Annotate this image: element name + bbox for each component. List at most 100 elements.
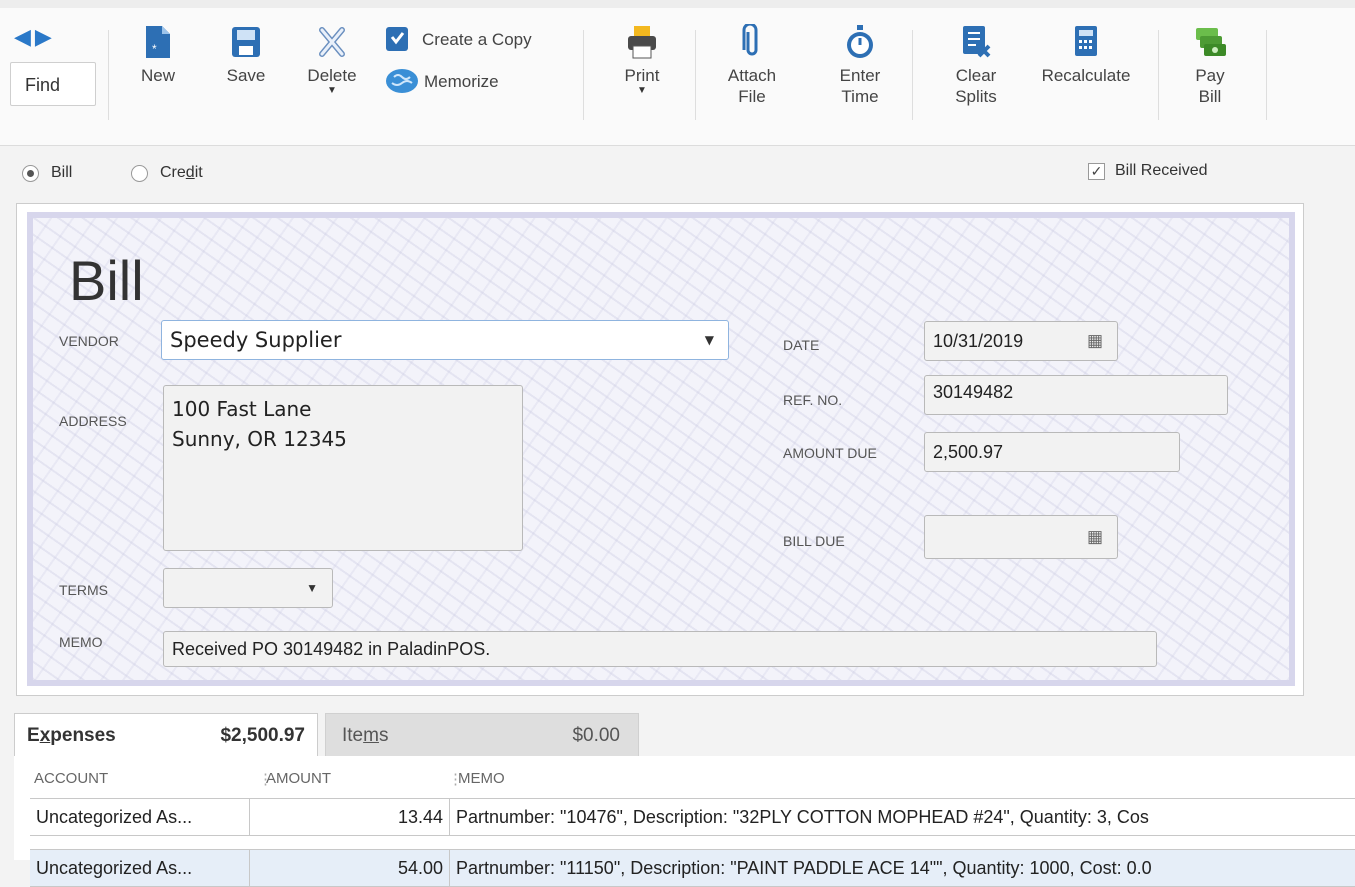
attach-file-label-1: Attach (727, 66, 777, 85)
print-label: Print (624, 66, 660, 85)
memorize-button[interactable]: Memorize (384, 67, 564, 95)
back-arrow-icon[interactable]: ◀ (14, 24, 35, 49)
terms-label: TERMS (59, 582, 108, 598)
tab-expenses[interactable]: Expenses $2,500.97 (14, 713, 318, 757)
toolbar-top-strip (0, 0, 1355, 8)
memorize-brain-icon (386, 69, 418, 93)
credit-label-mnemonic: d (185, 164, 195, 181)
toolbar-separator (695, 30, 696, 120)
address-textarea[interactable]: 100 Fast Lane Sunny, OR 12345 (163, 385, 523, 551)
cell-account[interactable]: Uncategorized As... (30, 850, 250, 886)
ref-no-value: 30149482 (933, 382, 1014, 402)
ref-no-input[interactable]: 30149482 (924, 375, 1228, 415)
date-input[interactable]: 10/31/2019 ▦ (924, 321, 1118, 361)
create-copy-button[interactable]: Create a Copy (384, 25, 564, 53)
enter-time-label-2: Time (841, 87, 879, 106)
bill-radio[interactable]: Bill (22, 164, 72, 182)
toolbar: ◀▶ Find * New Save Delete ▼ Create a Cop… (0, 0, 1355, 146)
copy-document-icon (386, 27, 408, 51)
column-header-amount[interactable]: AMOUNT (266, 770, 331, 787)
bill-due-input[interactable]: ▦ (924, 515, 1118, 559)
cell-amount[interactable]: 54.00 (250, 850, 450, 886)
clear-splits-button[interactable]: Clear Splits (938, 24, 1014, 107)
recalculate-button[interactable]: Recalculate (1026, 24, 1146, 86)
address-line-2: Sunny, OR 12345 (172, 427, 347, 451)
enter-time-button[interactable]: Enter Time (828, 24, 892, 107)
find-button[interactable]: Find (10, 62, 96, 106)
memo-input[interactable]: Received PO 30149482 in PaladinPOS. (163, 631, 1157, 667)
printer-icon (628, 26, 656, 59)
delete-label: Delete (307, 66, 357, 85)
new-button[interactable]: * New (137, 24, 179, 86)
bill-received-checkbox[interactable]: ✓ Bill Received (1088, 162, 1207, 180)
attach-file-button[interactable]: Attach File (716, 24, 788, 107)
calendar-icon[interactable]: ▦ (1087, 527, 1103, 547)
toolbar-separator (1266, 30, 1267, 120)
memorize-label: Memorize (424, 71, 499, 91)
tab-expenses-amount: $2,500.97 (220, 724, 305, 746)
form-title: Bill (69, 249, 144, 312)
transaction-type-row: Bill Credit ✓ Bill Received (0, 146, 1355, 198)
toolbar-separator (912, 30, 913, 120)
calculator-icon (1075, 26, 1097, 56)
save-label: Save (226, 66, 266, 85)
address-label: ADDRESS (59, 413, 127, 429)
checkmark-icon: ✓ (1088, 162, 1105, 180)
save-button[interactable]: Save (222, 24, 270, 86)
recalculate-label: Recalculate (1041, 66, 1131, 85)
new-label: New (140, 66, 175, 85)
credit-label-part: Cre (160, 164, 186, 181)
delete-button[interactable]: Delete ▼ (300, 24, 364, 96)
nav-arrows: ◀▶ (14, 24, 56, 50)
vendor-dropdown[interactable]: Speedy Supplier ▼ (161, 320, 729, 360)
date-value: 10/31/2019 (933, 330, 1024, 351)
print-button[interactable]: Print ▼ (616, 24, 668, 96)
cell-memo[interactable]: Partnumber: "10476", Description: "32PLY… (450, 799, 1355, 835)
clear-splits-icon (963, 26, 991, 58)
column-header-account[interactable]: ACCOUNT (34, 770, 108, 787)
credit-radio-label: Credit (160, 164, 203, 182)
svg-text:*: * (152, 42, 157, 56)
tab-items-label: Items (342, 725, 388, 747)
pay-bill-label-2: Bill (1198, 87, 1222, 106)
calendar-icon[interactable]: ▦ (1087, 331, 1103, 351)
vendor-value: Speedy Supplier (170, 328, 342, 352)
pay-bill-button[interactable]: Pay Bill (1180, 24, 1240, 107)
bill-radio-label: Bill (51, 164, 73, 181)
address-line-1: 100 Fast Lane (172, 397, 312, 421)
bill-received-label: Bill Received (1115, 162, 1208, 179)
pay-bill-label-1: Pay (1195, 66, 1225, 85)
stopwatch-icon (847, 25, 873, 58)
radio-unselected-icon (131, 164, 148, 182)
forward-arrow-icon[interactable]: ▶ (35, 24, 56, 49)
tab-items[interactable]: Items $0.00 (325, 713, 639, 757)
pay-bill-money-icon (1196, 28, 1226, 56)
amount-due-input[interactable]: 2,500.97 (924, 432, 1180, 472)
save-disk-icon (232, 27, 260, 57)
table-header: ACCOUNT ⋮ AMOUNT ⋮ MEMO (14, 756, 1355, 796)
tab-expenses-label: Expenses (27, 725, 116, 747)
clear-splits-label-1: Clear (955, 66, 997, 85)
column-header-memo[interactable]: MEMO (458, 770, 505, 787)
toolbar-separator (108, 30, 109, 120)
credit-radio[interactable]: Credit (131, 164, 203, 182)
bill-form-frame: Bill VENDOR Speedy Supplier ▼ ADDRESS 10… (16, 203, 1304, 696)
chevron-down-icon: ▼ (704, 333, 714, 347)
tab-label-part: penses (50, 724, 116, 746)
bill-due-label: BILL DUE (783, 533, 845, 549)
paperclip-icon (742, 24, 758, 56)
chevron-down-icon: ▼ (637, 85, 647, 96)
cell-amount[interactable]: 13.44 (250, 799, 450, 835)
chevron-down-icon: ▼ (306, 581, 318, 595)
table-row[interactable]: Uncategorized As... 54.00 Partnumber: "1… (30, 849, 1355, 887)
toolbar-separator (583, 30, 584, 120)
tab-label-part: Ite (342, 724, 364, 746)
cell-memo[interactable]: Partnumber: "11150", Description: "PAINT… (450, 850, 1355, 886)
memo-value: Received PO 30149482 in PaladinPOS. (172, 638, 491, 659)
cell-account[interactable]: Uncategorized As... (30, 799, 250, 835)
ref-no-label: REF. NO. (783, 392, 843, 408)
new-document-icon: * (146, 26, 170, 58)
terms-dropdown[interactable]: ▼ (163, 568, 333, 608)
table-row[interactable]: Uncategorized As... 13.44 Partnumber: "1… (30, 798, 1355, 836)
credit-label-part: it (194, 164, 203, 181)
